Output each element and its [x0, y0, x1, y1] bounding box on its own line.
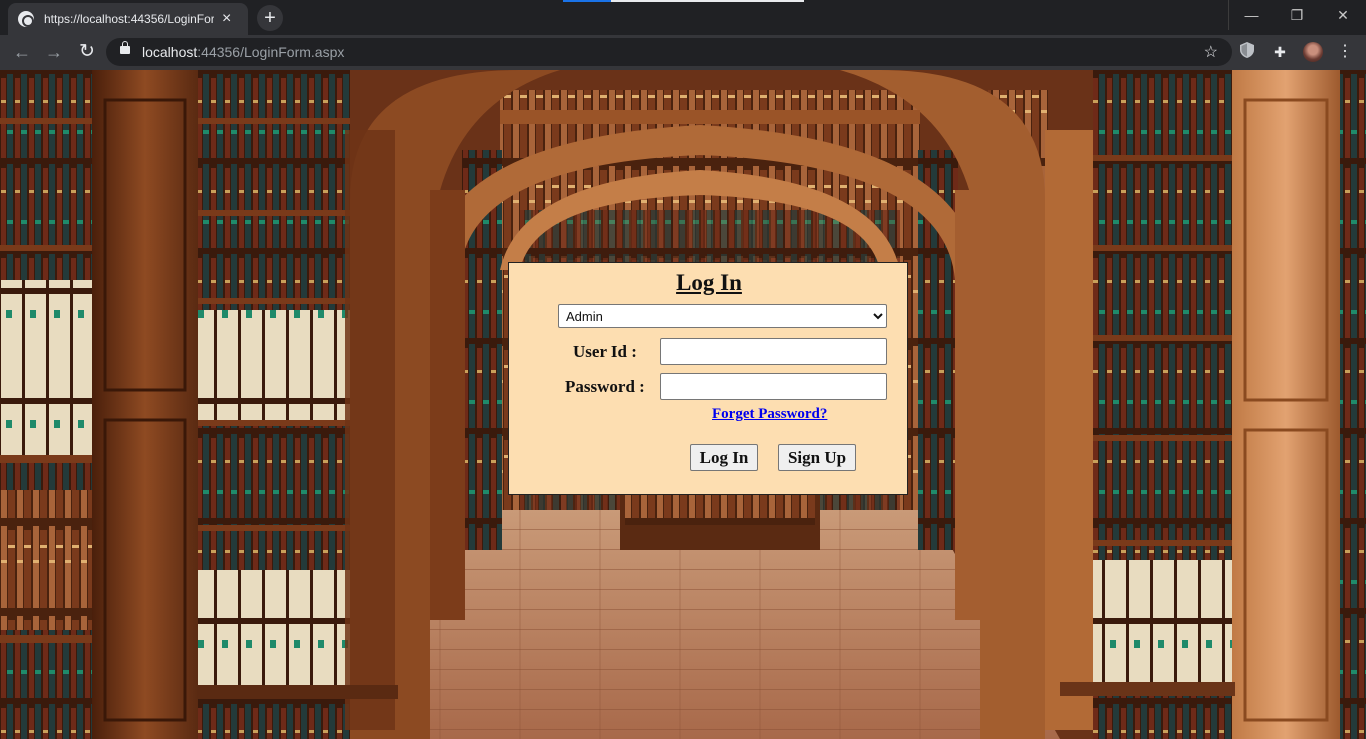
tab-close-icon[interactable]: ×	[222, 11, 231, 27]
role-select[interactable]: Admin	[558, 304, 887, 328]
loading-progress-bar	[563, 0, 804, 2]
password-input[interactable]	[660, 373, 887, 400]
login-title: Log In	[676, 270, 742, 295]
page-viewport: Log In Admin User Id : Password : Forget…	[0, 70, 1366, 739]
url-host: localhost	[142, 44, 198, 60]
bookmark-star-icon[interactable]: ☆	[1204, 42, 1218, 62]
browser-toolbar: ← → ↻ localhost:44356/LoginForm.aspx ☆ ✚…	[0, 35, 1366, 70]
tab-title: https://localhost:44356/LoginForm.aspx	[44, 12, 214, 26]
shield-icon[interactable]	[1237, 42, 1257, 62]
user-id-input[interactable]	[660, 338, 887, 365]
back-button[interactable]: ←	[9, 39, 35, 65]
forget-password-link[interactable]: Forget Password?	[712, 406, 827, 423]
url-text[interactable]: localhost:44356/LoginForm.aspx	[142, 44, 344, 60]
reload-button[interactable]: ↻	[74, 39, 100, 65]
extensions-puzzle-icon[interactable]: ✚	[1270, 42, 1290, 62]
site-favicon-icon	[18, 11, 34, 27]
login-button[interactable]: Log In	[690, 444, 758, 471]
url-path: :44356/LoginForm.aspx	[197, 44, 345, 60]
maximize-button[interactable]: ❐	[1274, 0, 1320, 30]
browser-tab[interactable]: https://localhost:44356/LoginForm.aspx ×	[8, 3, 248, 35]
close-window-button[interactable]: ✕	[1320, 0, 1366, 30]
login-panel: Log In Admin User Id : Password : Forget…	[508, 262, 908, 495]
user-id-label: User Id :	[573, 342, 637, 361]
profile-avatar[interactable]	[1303, 42, 1323, 62]
password-label: Password :	[565, 377, 645, 396]
signup-button[interactable]: Sign Up	[778, 444, 856, 471]
new-tab-button[interactable]: +	[257, 5, 283, 31]
lock-icon[interactable]	[120, 41, 130, 54]
forward-button[interactable]: →	[41, 39, 67, 65]
menu-icon[interactable]: ⋮	[1335, 42, 1355, 62]
browser-titlebar: https://localhost:44356/LoginForm.aspx ×…	[0, 0, 1366, 35]
address-bar[interactable]: localhost:44356/LoginForm.aspx ☆	[106, 38, 1232, 66]
minimize-button[interactable]: —	[1228, 0, 1274, 30]
